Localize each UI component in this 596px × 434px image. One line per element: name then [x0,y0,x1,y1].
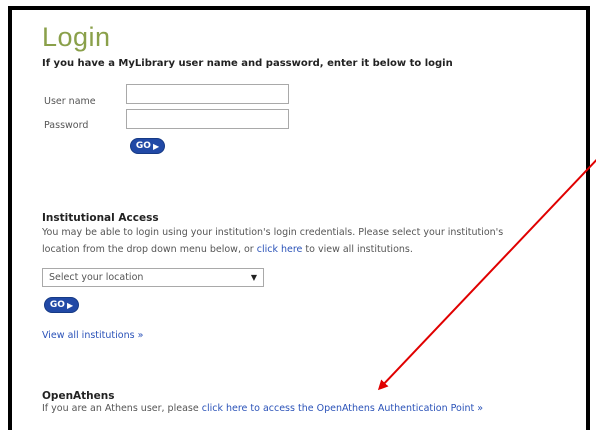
annotation-arrow [377,158,596,391]
annotation-arrow-line [377,158,596,391]
